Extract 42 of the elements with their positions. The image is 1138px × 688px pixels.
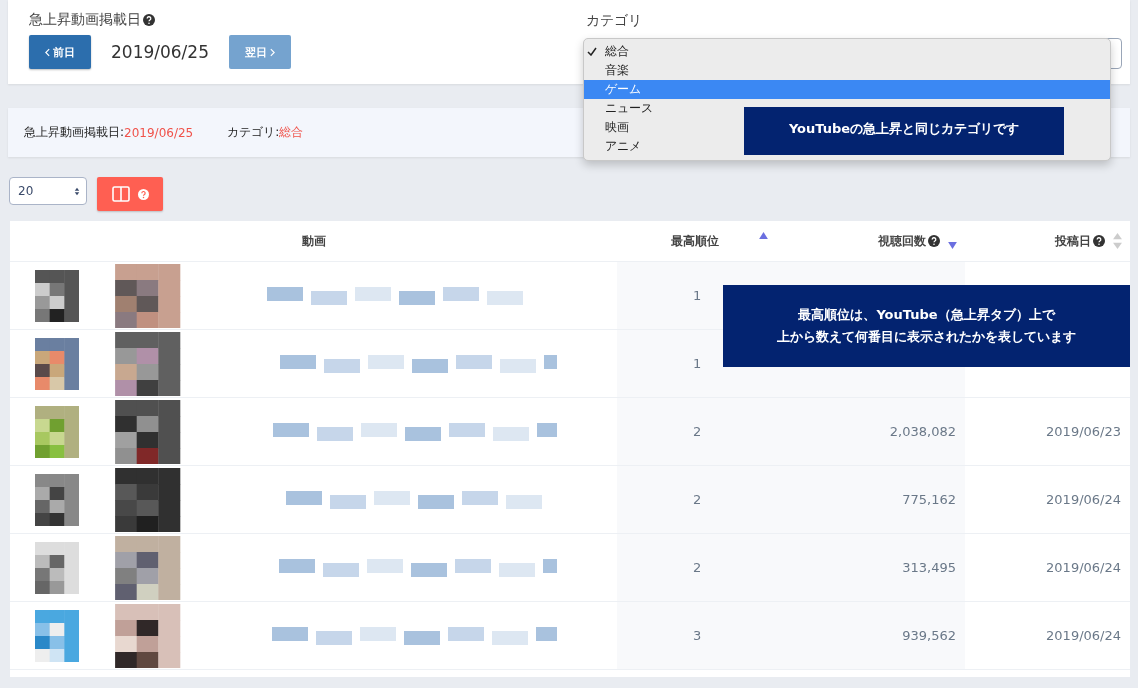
table-cell: 939,562 [790, 602, 965, 669]
column-header[interactable]: 視聴回数 [878, 232, 926, 250]
table-cell: 2 [617, 466, 790, 533]
table-cell: 2019/06/24 [1046, 560, 1121, 575]
table-cell: 3 [617, 602, 790, 669]
help-icon[interactable] [928, 235, 940, 247]
summary-value: 2019/06/25 [124, 125, 194, 140]
updown-icon [74, 185, 80, 197]
chevron-right-icon [270, 47, 275, 57]
page-size-select[interactable]: 20 [9, 177, 87, 205]
help-icon[interactable] [143, 14, 155, 26]
previous-day-button[interactable]: 前日 [29, 35, 91, 69]
tooltip: YouTubeの急上昇と同じカテゴリです [744, 107, 1064, 155]
column-header[interactable]: 最高順位 [671, 232, 719, 250]
field-label: カテゴリ [586, 12, 642, 28]
menu-option[interactable]: 音楽 [584, 61, 1110, 80]
chevron-left-icon [45, 47, 50, 57]
help-icon[interactable] [1093, 235, 1105, 247]
table-cell: 775,162 [790, 466, 965, 533]
field-label: 急上昇動画掲載日 [29, 11, 141, 29]
table-cell: 2019/06/23 [1046, 424, 1121, 439]
table-cell: 2,038,082 [790, 398, 965, 465]
current-date: 2019/06/25 [111, 42, 209, 62]
table-cell: 2 [617, 534, 790, 601]
table-cell: 313,495 [790, 534, 965, 601]
summary-value: 総合 [279, 124, 304, 141]
summary-label: 急上昇動画掲載日: [24, 124, 125, 141]
table-cell: 2019/06/24 [1046, 628, 1121, 643]
tooltip: 最高順位は、YouTube（急上昇タブ）上で 上から数えて何番目に表示されたかを表しています [723, 285, 1130, 367]
table-cell: 2019/06/24 [1046, 492, 1121, 507]
menu-option[interactable]: 総合 [584, 42, 1110, 61]
sort-up-icon[interactable] [759, 231, 768, 239]
sort-down-icon[interactable] [948, 241, 957, 249]
column-header[interactable]: 投稿日 [1055, 232, 1091, 250]
help-icon [137, 188, 149, 200]
columns-button[interactable] [97, 177, 163, 211]
menu-option[interactable]: ゲーム [584, 80, 1110, 99]
table-cell: 2 [617, 398, 790, 465]
summary-label: カテゴリ: [227, 124, 280, 141]
columns-icon [111, 186, 130, 202]
column-header[interactable]: 動画 [301, 232, 326, 250]
checkmark-icon [587, 47, 597, 56]
